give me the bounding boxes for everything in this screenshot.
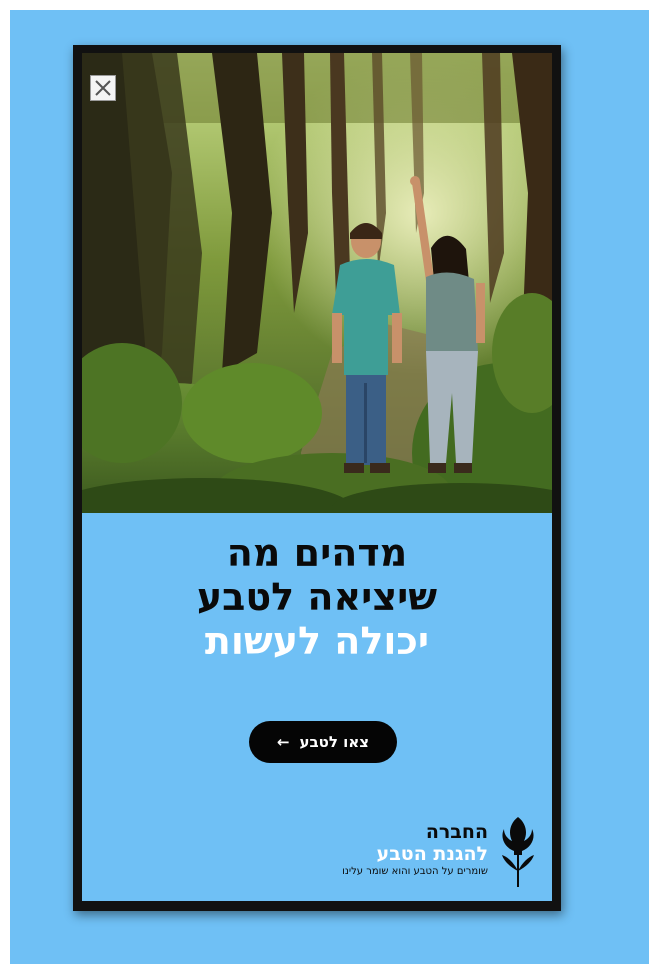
headline-line-1: מדהים מה [226,531,408,575]
iris-flower-icon [502,817,534,887]
headline-highlight: יכולה לעשות [204,619,430,663]
org-name-line-2: להגנת הטבע [376,843,488,865]
cta-button[interactable]: צאו לטבע ← [249,721,397,763]
ad-headline: מדהים מה שיציאה לטבע יכולה לעשות [82,531,552,663]
ad-content: מדהים מה שיציאה לטבע יכולה לעשות צאו לטב… [82,53,552,901]
forest-kids-image [82,53,552,513]
ad-banner[interactable]: מדהים מה שיציאה לטבע יכולה לעשות צאו לטב… [73,45,561,911]
org-name-line-1: החברה [425,821,488,843]
arrow-left-icon: ← [276,732,290,751]
organization-name: החברה להגנת הטבע שומרים על הטבע והוא שומ… [342,821,488,879]
cta-label: צאו לטבע [299,733,370,751]
close-icon [95,80,111,96]
headline-line-2: שיציאה לטבע [196,575,438,619]
close-button[interactable] [90,75,116,101]
org-tagline: שומרים על הטבע והוא שומר עלינו [342,866,488,877]
organization-logo[interactable]: החברה להגנת הטבע שומרים על הטבע והוא שומ… [208,815,538,895]
